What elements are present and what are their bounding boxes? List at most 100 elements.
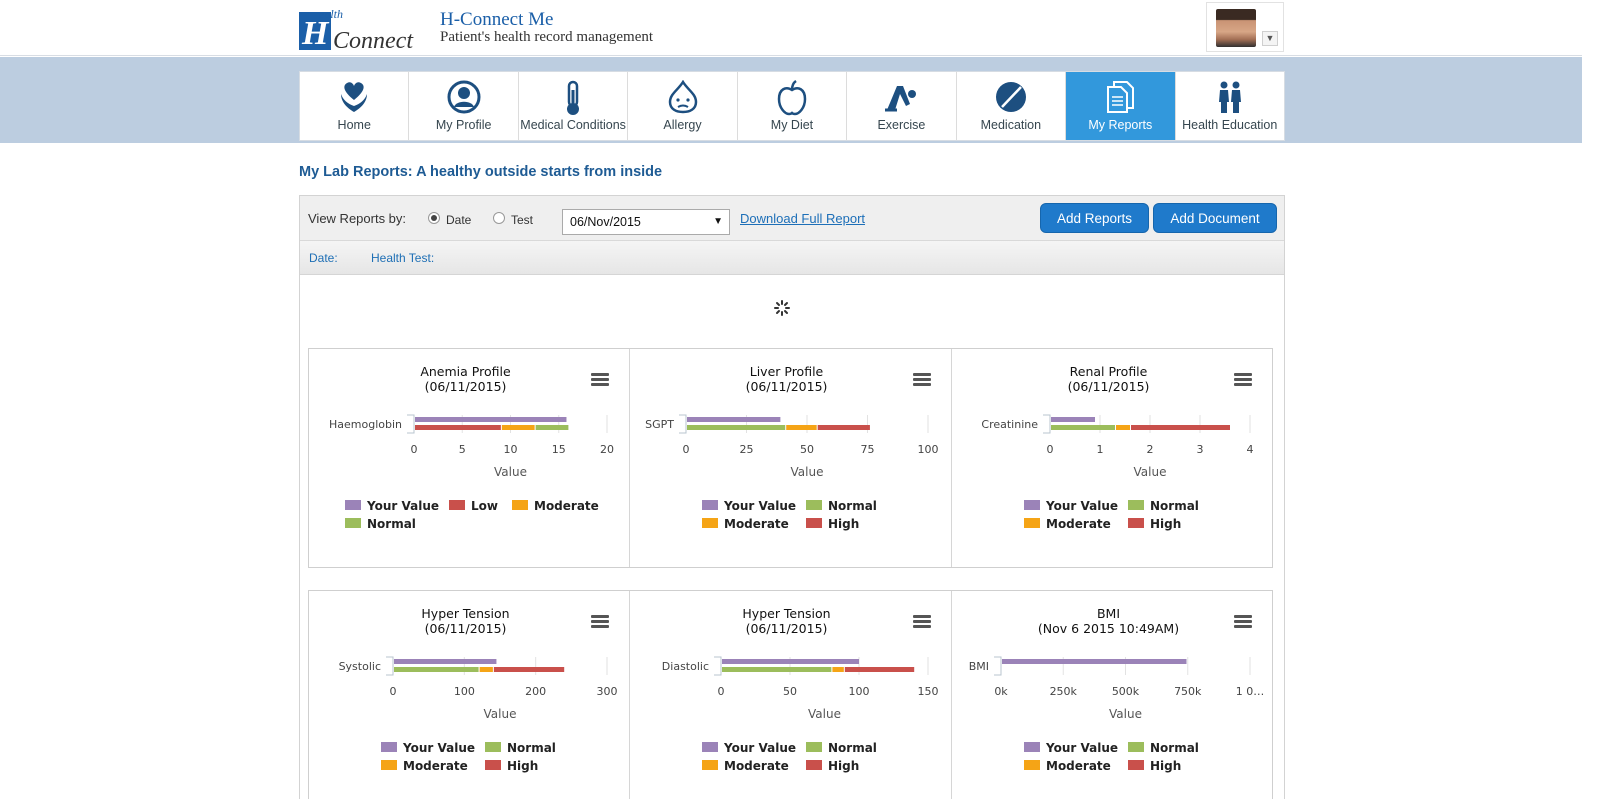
range-bar-normal bbox=[687, 425, 786, 430]
pill-icon bbox=[995, 82, 1026, 112]
avatar[interactable] bbox=[1216, 9, 1256, 47]
bar-chart: Hyper Tension(06/11/2015) Diastolic 0 50 100… bbox=[662, 606, 939, 773]
menu-bar bbox=[591, 373, 610, 376]
range-bar-normal bbox=[1050, 425, 1115, 430]
legend-label: Normal bbox=[1150, 499, 1199, 513]
filter-bar: View Reports by: Date Test 06/Nov/2015 ▼… bbox=[300, 196, 1284, 241]
range-bar-moderate bbox=[479, 667, 493, 672]
legend-swatch bbox=[381, 742, 397, 752]
test-radio[interactable] bbox=[493, 212, 505, 224]
user-profile-icon bbox=[447, 80, 481, 114]
legend-swatch bbox=[512, 500, 528, 510]
chart-card: Hyper Tension (06/11/2015) Diastolic 0 50 100… bbox=[630, 591, 952, 799]
chart-card: Renal Profile (06/11/2015) Creatinine 0 1 2 3 4… bbox=[952, 349, 1272, 567]
nav-label: Home bbox=[337, 118, 371, 132]
legend-label: Moderate bbox=[1046, 759, 1111, 773]
your-value-bar bbox=[1050, 417, 1095, 422]
tick-label: 500k bbox=[1111, 685, 1139, 698]
tick-label: 10 bbox=[504, 443, 518, 456]
category-label: Systolic bbox=[339, 660, 381, 673]
chart-menu-icon[interactable] bbox=[1233, 373, 1252, 387]
chart-card: Liver Profile (06/11/2015) SGPT 0 25 50 75 100 V… bbox=[630, 349, 952, 567]
nav-allergy[interactable]: Allergy bbox=[628, 72, 738, 140]
chart-subtitle: (Nov 6 2015 10:49AM) bbox=[1038, 621, 1179, 636]
page-title: My Lab Reports: A healthy outside starts… bbox=[299, 164, 663, 180]
charts-row-2: Hyper Tension (06/11/2015) Systolic 0 100 200… bbox=[308, 590, 1273, 799]
category-label: Creatinine bbox=[981, 418, 1038, 431]
tick-label: 15 bbox=[552, 443, 566, 456]
chart-subtitle: (06/11/2015) bbox=[425, 379, 507, 394]
range-bar-moderate bbox=[786, 425, 818, 430]
tick-label: 20 bbox=[600, 443, 614, 456]
axis-bracket bbox=[386, 656, 394, 676]
range-bar-low bbox=[415, 425, 501, 430]
nav-my-profile[interactable]: My Profile bbox=[409, 72, 519, 140]
app-subtitle: Patient's health record management bbox=[440, 29, 654, 45]
date-radio[interactable] bbox=[428, 212, 440, 224]
nav-my-reports[interactable]: My Reports bbox=[1066, 72, 1176, 140]
date-select[interactable]: 06/Nov/2015 ▼ bbox=[562, 209, 730, 235]
nav-home[interactable]: Home bbox=[300, 72, 410, 140]
chart-menu-icon[interactable] bbox=[591, 373, 610, 387]
chart-card: BMI (Nov 6 2015 10:49AM) BMI 0k 250k 500k 750k… bbox=[952, 591, 1272, 799]
nav-medical-conditions[interactable]: Medical Conditions bbox=[519, 72, 629, 140]
nav-medication[interactable]: Medication bbox=[957, 72, 1067, 140]
chevron-down-icon[interactable]: ▼ bbox=[1262, 31, 1278, 46]
bar-chart: Hyper Tension(06/11/2015) Systolic 0 100 200… bbox=[339, 606, 618, 773]
legend-label: Normal bbox=[828, 499, 877, 513]
main-nav: Home My Profile Medical Conditions Aller… bbox=[299, 71, 1285, 141]
range-bar-moderate bbox=[1115, 425, 1130, 430]
legend-swatch bbox=[381, 760, 397, 770]
thermometer-icon bbox=[567, 80, 580, 115]
chart-menu-icon[interactable] bbox=[912, 615, 931, 629]
nav-my-diet[interactable]: My Diet bbox=[738, 72, 848, 140]
tick-label: 1 0… bbox=[1235, 685, 1264, 698]
x-axis-label: Value bbox=[494, 465, 527, 479]
legend-swatch bbox=[345, 500, 361, 510]
tick-label: 3 bbox=[1196, 443, 1203, 456]
date-filter-label: Date: bbox=[309, 251, 338, 265]
your-value-bar bbox=[415, 417, 567, 422]
tick-label: 4 bbox=[1246, 443, 1253, 456]
legend-label: High bbox=[828, 759, 859, 773]
bar-chart: Anemia Profile(06/11/2015) Haemoglobin 0 5 1… bbox=[329, 364, 614, 531]
nav-label: Allergy bbox=[663, 118, 702, 132]
nav-label: My Reports bbox=[1088, 118, 1153, 132]
tick-label: 0 bbox=[411, 443, 418, 456]
tick-label: 50 bbox=[800, 443, 814, 456]
menu-bar bbox=[1233, 615, 1252, 618]
report-document-icon bbox=[1107, 81, 1135, 113]
legend-label: Moderate bbox=[1046, 517, 1111, 531]
range-bar-normal bbox=[722, 667, 832, 672]
add-document-button[interactable]: Add Document bbox=[1153, 203, 1277, 233]
nav-health-education[interactable]: Health Education bbox=[1176, 72, 1284, 140]
add-reports-button[interactable]: Add Reports bbox=[1040, 203, 1149, 233]
tick-label: 5 bbox=[459, 443, 466, 456]
legend-swatch bbox=[702, 760, 719, 770]
health-connect-logo[interactable]: H ealth Connect bbox=[299, 6, 421, 52]
chart-title: Anemia Profile bbox=[420, 364, 511, 379]
menu-bar bbox=[912, 373, 931, 376]
nav-exercise[interactable]: Exercise bbox=[847, 72, 957, 140]
legend-swatch bbox=[1023, 500, 1040, 510]
axis-bracket bbox=[1042, 414, 1051, 434]
legend-label: Normal bbox=[828, 741, 877, 755]
your-value-bar bbox=[394, 659, 497, 664]
menu-bar bbox=[912, 625, 931, 628]
tick-label: 75 bbox=[861, 443, 875, 456]
user-menu[interactable]: ▼ bbox=[1206, 2, 1284, 52]
menu-bar bbox=[1233, 373, 1252, 376]
nav-label: Medical Conditions bbox=[520, 118, 626, 132]
chart-menu-icon[interactable] bbox=[912, 373, 931, 387]
tick-label: 100 bbox=[454, 685, 475, 698]
legend-swatch bbox=[345, 518, 361, 528]
tick-label: 1 bbox=[1096, 443, 1103, 456]
legend-swatch bbox=[1127, 518, 1144, 528]
legend-swatch bbox=[702, 742, 719, 752]
chart-menu-icon[interactable] bbox=[1233, 615, 1252, 629]
tick-label: 150 bbox=[918, 685, 939, 698]
date-radio-label: Date bbox=[446, 213, 472, 227]
x-axis-label: Value bbox=[808, 707, 841, 721]
chart-menu-icon[interactable] bbox=[591, 615, 610, 629]
download-full-report-link[interactable]: Download Full Report bbox=[740, 211, 865, 226]
